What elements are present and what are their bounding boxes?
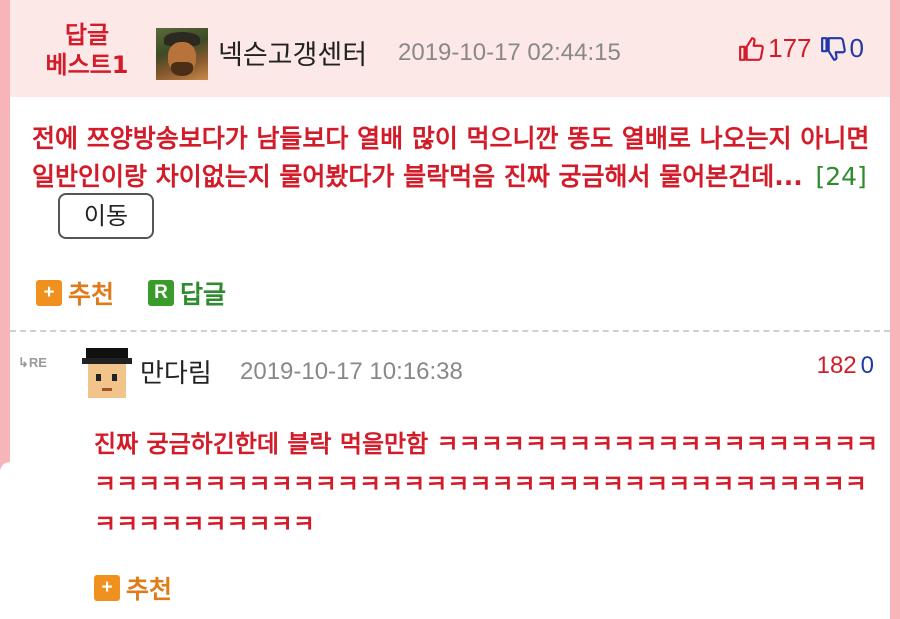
comment-panel: 답글 베스트1 넥슨고갱센터 2019-10-17 02:44:15 177 0…	[10, 0, 890, 619]
upvote-count[interactable]: 182	[817, 352, 857, 379]
comment-actions: + 추천 R 답글	[36, 275, 260, 311]
comment-datetime: 2019-10-17 10:16:38	[240, 358, 463, 385]
best-comment-header: 답글 베스트1 넥슨고갱센터 2019-10-17 02:44:15 177 0	[10, 0, 890, 97]
avatar[interactable]	[156, 28, 208, 80]
thumbs-down-icon[interactable]	[820, 36, 846, 62]
downvote-count[interactable]: 0	[861, 352, 874, 379]
reply-label: 답글	[180, 280, 227, 309]
author-nickname[interactable]: 넥슨고갱센터	[218, 33, 367, 72]
recommend-label: 추천	[68, 280, 115, 309]
plus-icon: +	[94, 575, 120, 601]
thumbs-up-icon[interactable]	[738, 36, 764, 62]
reply-body: 진짜 궁금하긴한데 블락 먹을만함 ㅋㅋㅋㅋㅋㅋㅋㅋㅋㅋㅋㅋㅋㅋㅋㅋㅋㅋㅋㅋㅋㅋ…	[94, 430, 879, 538]
comment-body: 전에 쯔양방송보다가 남들보다 열배 많이 먹으니깐 똥도 열배로 나오는지 아…	[32, 120, 872, 242]
plus-icon: +	[36, 280, 62, 306]
best-badge-line1: 답글	[64, 21, 110, 49]
author-nickname[interactable]: 만다림	[140, 353, 212, 390]
recommend-label: 추천	[126, 575, 173, 604]
reply-arrow-icon: ↳RE	[18, 355, 47, 370]
reply-count[interactable]: [24]	[815, 162, 866, 191]
avatar[interactable]	[82, 348, 132, 400]
downvote-count: 0	[849, 33, 864, 63]
comment-text: 전에 쯔양방송보다가 남들보다 열배 많이 먹으니깐 똥도 열배로 나오는지 아…	[32, 124, 870, 191]
reply-actions: + 추천	[94, 570, 206, 606]
reply-icon: R	[148, 280, 175, 306]
recommend-button[interactable]: + 추천	[94, 570, 172, 606]
best-badge-line2: 베스트1	[45, 51, 129, 79]
recommend-button[interactable]: + 추천	[36, 275, 114, 311]
vote-counts: 182 0	[817, 352, 874, 380]
divider	[10, 330, 890, 332]
reply-button[interactable]: R 답글	[148, 275, 226, 311]
move-button[interactable]: 이동	[58, 193, 154, 239]
vote-counts: 177 0	[738, 33, 864, 64]
comment-datetime: 2019-10-17 02:44:15	[398, 39, 621, 66]
best-reply-badge: 답글 베스트1	[32, 20, 142, 80]
panel-edge	[0, 462, 10, 619]
upvote-count: 177	[768, 33, 812, 63]
